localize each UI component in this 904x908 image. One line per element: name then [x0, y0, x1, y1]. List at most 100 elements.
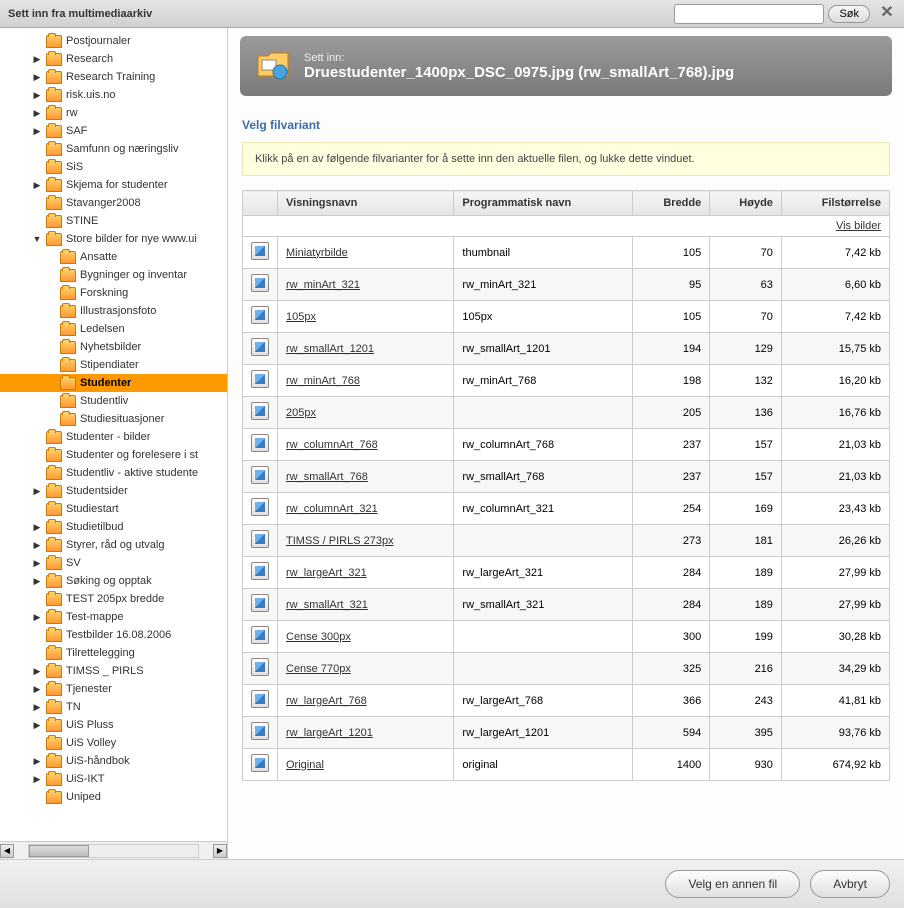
folder-tree[interactable]: Postjournaler▶Research▶Research Training…	[0, 28, 227, 841]
table-row[interactable]: rw_minArt_321rw_minArt_32195636,60 kb	[243, 269, 890, 301]
tree-item[interactable]: ▶risk.uis.no	[0, 86, 227, 104]
table-row[interactable]: Cense 770px32521634,29 kb	[243, 653, 890, 685]
tree-item[interactable]: Ansatte	[0, 248, 227, 266]
tree-item[interactable]: ▼Store bilder for nye www.ui	[0, 230, 227, 248]
variant-name-link[interactable]: 205px	[286, 407, 316, 419]
variant-name-link[interactable]: Cense 770px	[286, 663, 351, 675]
variant-name-link[interactable]: rw_smallArt_321	[286, 599, 368, 611]
tree-item[interactable]: ▶SV	[0, 554, 227, 572]
scroll-left-icon[interactable]: ◀	[0, 844, 14, 858]
table-row[interactable]: Cense 300px30019930,28 kb	[243, 621, 890, 653]
tree-item[interactable]: ▶Test-mappe	[0, 608, 227, 626]
col-name[interactable]: Visningsnavn	[278, 191, 454, 216]
expand-right-icon[interactable]: ▶	[32, 126, 42, 136]
tree-item[interactable]: ▶Studietilbud	[0, 518, 227, 536]
variant-name-link[interactable]: rw_largeArt_768	[286, 695, 367, 707]
table-row[interactable]: rw_smallArt_768rw_smallArt_76823715721,0…	[243, 461, 890, 493]
table-row[interactable]: 105px105px105707,42 kb	[243, 301, 890, 333]
expand-right-icon[interactable]: ▶	[32, 576, 42, 586]
col-prog[interactable]: Programmatisk navn	[454, 191, 632, 216]
variant-name-link[interactable]: TIMSS / PIRLS 273px	[286, 535, 394, 547]
tree-item[interactable]: ▶rw	[0, 104, 227, 122]
expand-right-icon[interactable]: ▶	[32, 684, 42, 694]
table-row[interactable]: rw_largeArt_1201rw_largeArt_120159439593…	[243, 717, 890, 749]
table-row[interactable]: 205px20513616,76 kb	[243, 397, 890, 429]
expand-right-icon[interactable]: ▶	[32, 774, 42, 784]
table-row[interactable]: rw_largeArt_768rw_largeArt_76836624341,8…	[243, 685, 890, 717]
tree-item[interactable]: Ledelsen	[0, 320, 227, 338]
col-height[interactable]: Høyde	[710, 191, 782, 216]
tree-item[interactable]: Studenter	[0, 374, 227, 392]
col-size[interactable]: Filstørrelse	[781, 191, 889, 216]
scroll-thumb[interactable]	[29, 845, 89, 857]
expand-right-icon[interactable]: ▶	[32, 90, 42, 100]
tree-item[interactable]: Illustrasjonsfoto	[0, 302, 227, 320]
expand-right-icon[interactable]: ▶	[32, 108, 42, 118]
expand-right-icon[interactable]: ▶	[32, 54, 42, 64]
expand-right-icon[interactable]: ▶	[32, 702, 42, 712]
expand-right-icon[interactable]: ▶	[32, 666, 42, 676]
show-images-link[interactable]: Vis bilder	[836, 220, 881, 232]
variant-name-link[interactable]: rw_largeArt_1201	[286, 727, 373, 739]
tree-item[interactable]: Tilrettelegging	[0, 644, 227, 662]
tree-item[interactable]: ▶TIMSS _ PIRLS	[0, 662, 227, 680]
table-row[interactable]: rw_smallArt_1201rw_smallArt_120119412915…	[243, 333, 890, 365]
horizontal-scrollbar[interactable]: ◀ ▶	[0, 841, 227, 859]
tree-item[interactable]: SiS	[0, 158, 227, 176]
scroll-track[interactable]	[28, 844, 199, 858]
variant-name-link[interactable]: rw_largeArt_321	[286, 567, 367, 579]
cancel-button[interactable]: Avbryt	[810, 870, 890, 898]
expand-right-icon[interactable]: ▶	[32, 540, 42, 550]
search-button[interactable]: Søk	[828, 5, 870, 23]
variant-name-link[interactable]: rw_smallArt_768	[286, 471, 368, 483]
variant-name-link[interactable]: Cense 300px	[286, 631, 351, 643]
tree-item[interactable]: ▶UiS-IKT	[0, 770, 227, 788]
variant-name-link[interactable]: rw_minArt_321	[286, 279, 360, 291]
search-input[interactable]	[674, 4, 824, 24]
expand-right-icon[interactable]: ▶	[32, 486, 42, 496]
tree-item[interactable]: ▶Research	[0, 50, 227, 68]
scroll-right-icon[interactable]: ▶	[213, 844, 227, 858]
tree-item[interactable]: ▶Styrer, råd og utvalg	[0, 536, 227, 554]
tree-item[interactable]: ▶Tjenester	[0, 680, 227, 698]
tree-item[interactable]: ▶UiS-håndbok	[0, 752, 227, 770]
tree-item[interactable]: ▶SAF	[0, 122, 227, 140]
table-row[interactable]: Miniatyrbildethumbnail105707,42 kb	[243, 237, 890, 269]
table-row[interactable]: Originaloriginal1400930674,92 kb	[243, 749, 890, 781]
tree-item[interactable]: ▶Studentsider	[0, 482, 227, 500]
close-icon[interactable]: ✕	[878, 5, 896, 23]
tree-item[interactable]: Studenter - bilder	[0, 428, 227, 446]
tree-item[interactable]: Nyhetsbilder	[0, 338, 227, 356]
expand-right-icon[interactable]: ▶	[32, 180, 42, 190]
tree-item[interactable]: TEST 205px bredde	[0, 590, 227, 608]
tree-item[interactable]: Postjournaler	[0, 32, 227, 50]
tree-item[interactable]: Studiestart	[0, 500, 227, 518]
tree-item[interactable]: STINE	[0, 212, 227, 230]
tree-item[interactable]: ▶Skjema for studenter	[0, 176, 227, 194]
tree-item[interactable]: Testbilder 16.08.2006	[0, 626, 227, 644]
tree-item[interactable]: Uniped	[0, 788, 227, 806]
tree-item[interactable]: ▶TN	[0, 698, 227, 716]
tree-item[interactable]: UiS Volley	[0, 734, 227, 752]
variant-name-link[interactable]: rw_smallArt_1201	[286, 343, 374, 355]
table-row[interactable]: TIMSS / PIRLS 273px27318126,26 kb	[243, 525, 890, 557]
variant-name-link[interactable]: rw_columnArt_768	[286, 439, 378, 451]
tree-item[interactable]: Studentliv - aktive studente	[0, 464, 227, 482]
expand-right-icon[interactable]: ▶	[32, 720, 42, 730]
expand-right-icon[interactable]: ▶	[32, 612, 42, 622]
col-width[interactable]: Bredde	[632, 191, 710, 216]
tree-item[interactable]: Stipendiater	[0, 356, 227, 374]
variant-name-link[interactable]: rw_minArt_768	[286, 375, 360, 387]
expand-right-icon[interactable]: ▶	[32, 756, 42, 766]
tree-item[interactable]: Studentliv	[0, 392, 227, 410]
table-row[interactable]: rw_columnArt_768rw_columnArt_76823715721…	[243, 429, 890, 461]
tree-item[interactable]: Studenter og forelesere i st	[0, 446, 227, 464]
variant-name-link[interactable]: 105px	[286, 311, 316, 323]
tree-item[interactable]: ▶Søking og opptak	[0, 572, 227, 590]
tree-item[interactable]: Forskning	[0, 284, 227, 302]
table-row[interactable]: rw_minArt_768rw_minArt_76819813216,20 kb	[243, 365, 890, 397]
expand-right-icon[interactable]: ▶	[32, 522, 42, 532]
choose-other-file-button[interactable]: Velg en annen fil	[665, 870, 800, 898]
expand-right-icon[interactable]: ▶	[32, 72, 42, 82]
expand-right-icon[interactable]: ▶	[32, 558, 42, 568]
